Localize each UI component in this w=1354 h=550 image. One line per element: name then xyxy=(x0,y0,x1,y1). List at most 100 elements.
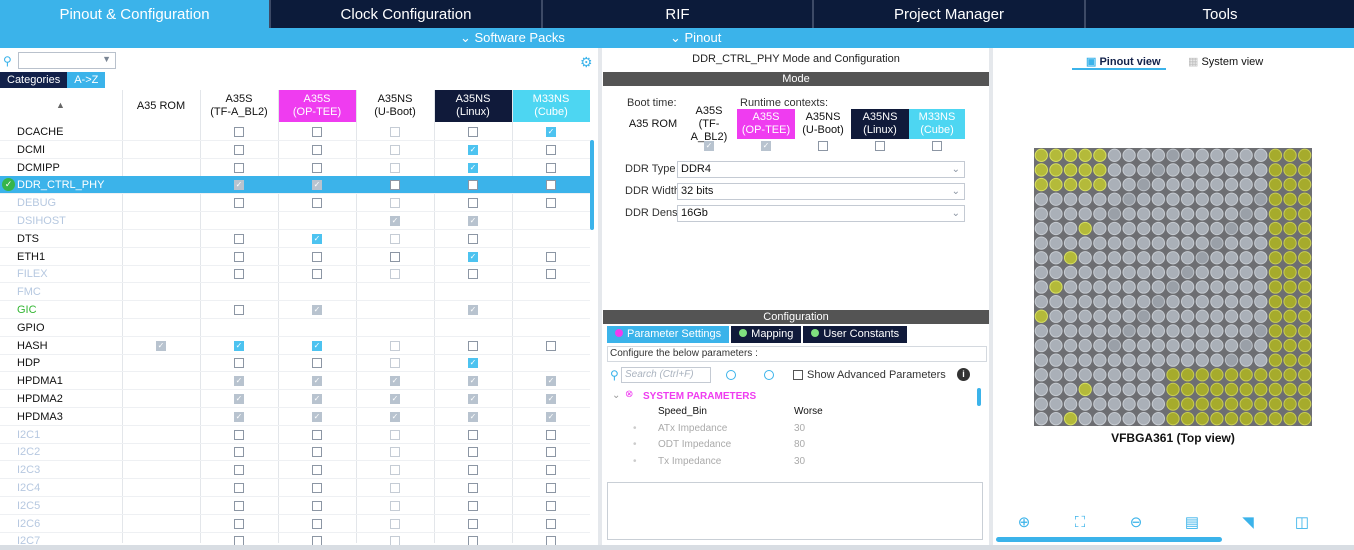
context-checkbox[interactable] xyxy=(390,340,400,351)
chip-pin[interactable] xyxy=(1224,148,1239,162)
chip-pin[interactable] xyxy=(1239,192,1253,206)
param-search-input[interactable]: Search (Ctrl+F) xyxy=(621,367,711,383)
context-checkbox[interactable] xyxy=(390,144,400,155)
context-checkbox[interactable] xyxy=(468,465,478,476)
context-checkbox[interactable] xyxy=(234,500,244,511)
context-checkbox[interactable]: ✓ xyxy=(546,411,556,422)
context-checkbox[interactable]: ✓ xyxy=(234,340,244,351)
chip-pin[interactable] xyxy=(1283,397,1297,411)
chip-pin[interactable] xyxy=(1298,338,1312,353)
chip-pin[interactable] xyxy=(1298,221,1312,236)
context-checkbox[interactable] xyxy=(312,500,322,511)
chip-pin[interactable] xyxy=(1093,163,1107,177)
tab-user-constants[interactable]: User Constants xyxy=(803,326,908,343)
chip-pin[interactable] xyxy=(1224,309,1239,323)
rotate-icon[interactable]: ◥ xyxy=(1239,514,1257,532)
chip-pin[interactable] xyxy=(1063,309,1078,323)
chip-pin[interactable] xyxy=(1283,338,1297,353)
context-checkbox[interactable] xyxy=(234,269,244,280)
context-checkbox[interactable] xyxy=(468,447,478,458)
chip-pin[interactable] xyxy=(1239,251,1253,265)
chip-pin[interactable] xyxy=(1151,207,1166,221)
chip-pin[interactable] xyxy=(1107,368,1122,382)
chip-pin[interactable] xyxy=(1137,236,1151,250)
chip-pin[interactable] xyxy=(1210,163,1224,177)
column-header[interactable]: A35NS (U-Boot) xyxy=(356,90,434,122)
context-checkbox[interactable] xyxy=(546,500,556,511)
chip-pin[interactable] xyxy=(1151,412,1166,426)
chip-pin[interactable] xyxy=(1268,221,1283,236)
chip-pin[interactable] xyxy=(1166,412,1180,426)
chip-pin[interactable] xyxy=(1093,207,1107,221)
chip-pin[interactable] xyxy=(1034,192,1048,206)
chip-pin[interactable] xyxy=(1063,148,1078,162)
chip-pin[interactable] xyxy=(1151,338,1166,353)
context-checkbox[interactable] xyxy=(312,518,322,529)
chip-pin[interactable] xyxy=(1268,397,1283,411)
chip-pin[interactable] xyxy=(1195,148,1209,162)
field-select[interactable]: 32 bits ⌄ xyxy=(677,183,965,200)
chip-pin[interactable] xyxy=(1122,265,1136,280)
ip-row[interactable]: FILEX xyxy=(0,265,590,284)
context-checkbox[interactable] xyxy=(546,340,556,351)
chip-pin[interactable] xyxy=(1063,382,1078,397)
chip-pin[interactable] xyxy=(1078,207,1092,221)
chip-pin[interactable] xyxy=(1122,251,1136,265)
chip-pin[interactable] xyxy=(1239,236,1253,250)
chip-pin[interactable] xyxy=(1298,309,1312,323)
info-icon[interactable]: i xyxy=(957,368,970,381)
tab-parameter-settings[interactable]: Parameter Settings xyxy=(607,326,730,343)
chip-pin[interactable] xyxy=(1107,397,1122,411)
list-scrollbar[interactable] xyxy=(590,140,594,230)
context-checkbox[interactable] xyxy=(234,518,244,529)
context-checkbox[interactable]: ✓ xyxy=(312,376,322,387)
context-checkbox[interactable]: ✓ xyxy=(468,251,478,262)
context-checkbox[interactable] xyxy=(312,198,322,209)
context-checkbox[interactable] xyxy=(468,500,478,511)
chip-pin[interactable] xyxy=(1283,324,1297,338)
chip-pin[interactable] xyxy=(1224,192,1239,206)
chip-pin[interactable] xyxy=(1298,236,1312,250)
ip-row[interactable]: I2C6 xyxy=(0,515,590,533)
chip-pin[interactable] xyxy=(1093,412,1107,426)
chip-pin[interactable] xyxy=(1122,236,1136,250)
chip-pin[interactable] xyxy=(1283,368,1297,382)
chip-pin[interactable] xyxy=(1180,207,1195,221)
chip-pin[interactable] xyxy=(1122,192,1136,206)
chip-pin[interactable] xyxy=(1063,236,1078,250)
context-checkbox[interactable] xyxy=(546,429,556,440)
chip-pin[interactable] xyxy=(1063,163,1078,177)
context-checkbox[interactable] xyxy=(312,429,322,440)
context-checkbox[interactable]: ✓ xyxy=(156,340,166,351)
field-select[interactable]: DDR4 ⌄ xyxy=(677,161,965,178)
chip-pin[interactable] xyxy=(1034,163,1048,177)
param-scrollbar[interactable] xyxy=(977,388,981,406)
collapse-icon[interactable]: ⌄ xyxy=(612,390,620,401)
context-checkbox[interactable] xyxy=(390,269,400,280)
chip-pin[interactable] xyxy=(1093,236,1107,250)
chip-pin[interactable] xyxy=(1283,353,1297,367)
chip-pin[interactable] xyxy=(1137,324,1151,338)
chip-pin[interactable] xyxy=(1166,397,1180,411)
ip-row[interactable]: HPDMA2 ✓ ✓ ✓ ✓ ✓ xyxy=(0,390,590,408)
context-checkbox[interactable] xyxy=(312,144,322,155)
chip-pin[interactable] xyxy=(1254,397,1268,411)
chip-pin[interactable] xyxy=(1078,221,1092,236)
chip-pin[interactable] xyxy=(1166,265,1180,280)
chip-pin[interactable] xyxy=(1298,207,1312,221)
chip-pin[interactable] xyxy=(1254,207,1268,221)
chip-pin[interactable] xyxy=(1283,265,1297,280)
chip-pin[interactable] xyxy=(1239,412,1253,426)
chip-pin[interactable] xyxy=(1151,236,1166,250)
chip-pin[interactable] xyxy=(1107,324,1122,338)
ip-row[interactable]: DCMIPP ✓ xyxy=(0,159,590,177)
chip-pin[interactable] xyxy=(1239,163,1253,177)
ip-row[interactable]: ✓ DDR_CTRL_PHY ✓ ✓ xyxy=(0,176,590,195)
context-checkbox[interactable] xyxy=(312,127,322,137)
chip-pin[interactable] xyxy=(1122,324,1136,338)
chip-pin[interactable] xyxy=(1034,177,1048,192)
chip-pin[interactable] xyxy=(1137,177,1151,192)
context-checkbox[interactable] xyxy=(234,162,244,173)
chip-pin[interactable] xyxy=(1239,207,1253,221)
chip-pin[interactable] xyxy=(1107,177,1122,192)
